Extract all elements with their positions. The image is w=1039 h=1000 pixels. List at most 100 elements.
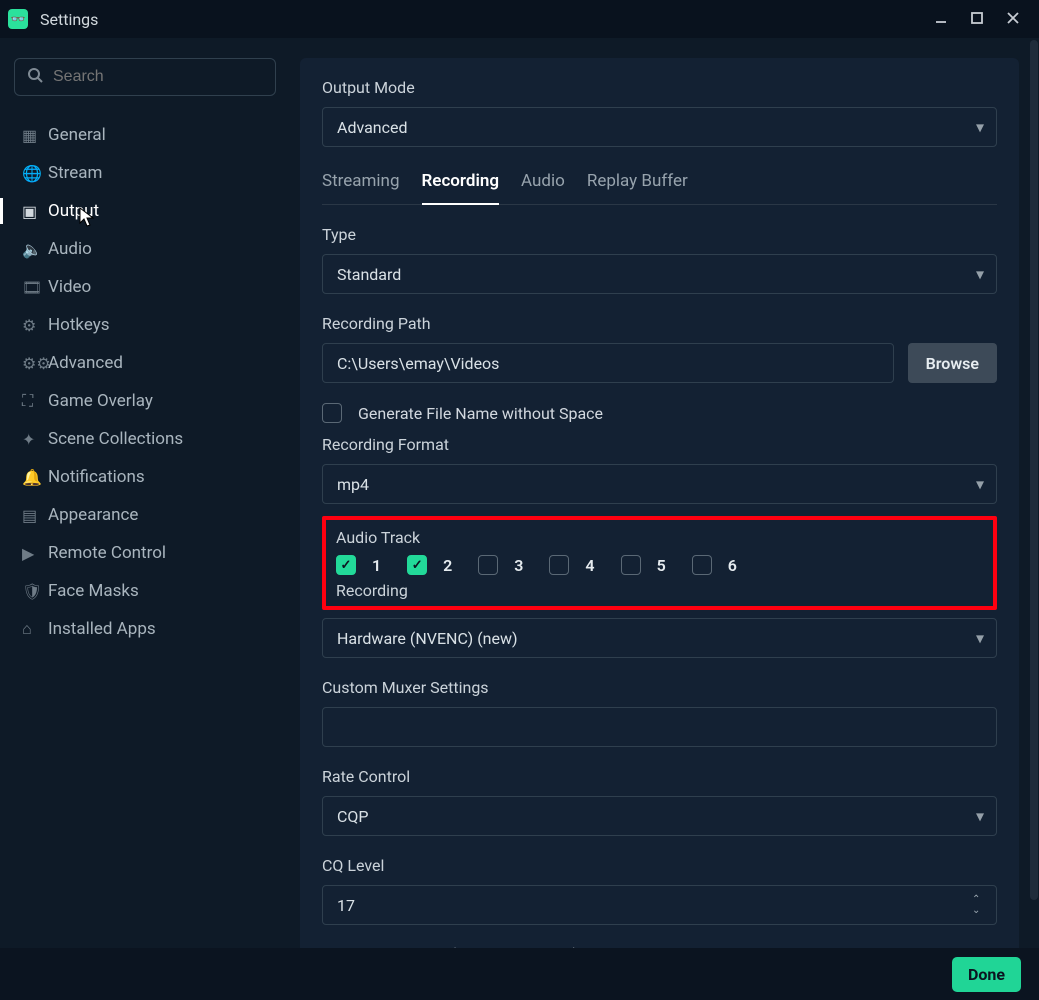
layers-icon: ✦ [22,430,48,449]
sidebar-item-installed-apps[interactable]: ⌂Installed Apps [14,610,276,648]
expand-icon: ⛶ [22,391,48,411]
recording-format-select[interactable]: mp4 ▾ [322,464,997,504]
chevron-down-icon: ▾ [976,807,984,826]
store-icon: ⌂ [22,619,48,639]
type-select[interactable]: Standard ▾ [322,254,997,294]
app-icon: 👓 [8,9,28,29]
scrollbar[interactable] [1029,38,1039,948]
gen-filename-label: Generate File Name without Space [358,404,603,423]
chip-icon: ▣ [22,202,48,221]
minimize-button[interactable] [923,9,959,30]
globe-icon: 🌐 [22,164,48,183]
audio-track-1-checkbox[interactable] [336,555,356,575]
recording-path-input[interactable]: C:\Users\emay\Videos [322,343,894,383]
close-button[interactable] [995,9,1031,30]
audio-track-6-label: 6 [728,556,737,575]
sidebar-item-video[interactable]: 🎞Video [14,268,276,306]
sidebar-item-output[interactable]: ▣Output [14,192,276,230]
grid-icon: ▦ [22,126,48,145]
sidebar-item-label: Remote Control [48,543,166,563]
tab-streaming[interactable]: Streaming [322,167,400,204]
sidebar-item-hotkeys[interactable]: ⚙Hotkeys [14,306,276,344]
rate-control-select[interactable]: CQP ▾ [322,796,997,836]
recording-format-value: mp4 [337,475,369,494]
audio-track-label: Audio Track [336,528,983,547]
recording-path-label: Recording Path [322,314,997,333]
sidebar-item-remote-control[interactable]: ▶Remote Control [14,534,276,572]
title-bar: 👓 Settings [0,0,1039,38]
output-mode-select[interactable]: Advanced ▾ [322,107,997,147]
cq-level-value: 17 [337,896,355,915]
gen-filename-checkbox[interactable] [322,403,342,423]
sidebar-item-label: Game Overlay [48,391,153,411]
encoder-value: Hardware (NVENC) (new) [337,629,518,648]
sidebar-item-stream[interactable]: 🌐Stream [14,154,276,192]
sidebar-item-scene-collections[interactable]: ✦Scene Collections [14,420,276,458]
sidebar-item-label: General [48,125,106,145]
sidebar-item-label: Hotkeys [48,315,110,335]
audio-track-1-label: 1 [372,556,381,575]
spinner-buttons[interactable]: ⌃⌄ [972,890,988,920]
sidebar-item-advanced[interactable]: ⚙⚙Advanced [14,344,276,382]
tab-audio[interactable]: Audio [521,167,565,204]
rate-control-label: Rate Control [322,767,997,786]
cq-level-label: CQ Level [322,856,997,875]
maximize-button[interactable] [959,9,995,30]
recording-encoder-label: Recording [336,581,983,600]
bell-icon: 🔔 [22,468,48,487]
audio-track-2-label: 2 [443,556,452,575]
sidebar-item-notifications[interactable]: 🔔Notifications [14,458,276,496]
chevron-down-icon: ▾ [976,118,984,137]
sidebar-item-appearance[interactable]: ▤Appearance [14,496,276,534]
sidebar-item-label: Advanced [48,353,123,373]
audio-track-4-checkbox[interactable] [549,555,569,575]
cq-level-input[interactable]: 17 ⌃⌄ [322,885,997,925]
sidebar-item-label: Scene Collections [48,429,183,449]
search-icon [27,67,43,87]
browse-button[interactable]: Browse [908,343,997,383]
sidebar-item-game-overlay[interactable]: ⛶Game Overlay [14,382,276,420]
audio-track-5-label: 5 [657,556,666,575]
audio-track-5-checkbox[interactable] [621,555,641,575]
done-button[interactable]: Done [952,957,1021,992]
sidebar-item-label: Notifications [48,467,145,487]
gear-icon: ⚙ [22,316,48,335]
search-box[interactable] [14,58,276,96]
tab-recording[interactable]: Recording [422,167,500,205]
type-value: Standard [337,265,401,284]
audio-track-3-checkbox[interactable] [478,555,498,575]
output-mode-value: Advanced [337,118,408,137]
search-input[interactable] [53,68,263,86]
chevron-down-icon: ▾ [976,475,984,494]
scrollbar-thumb[interactable] [1030,40,1038,900]
window-title: Settings [40,10,98,29]
sidebar-item-label: Stream [48,163,102,183]
sidebar-item-label: Appearance [48,505,138,525]
output-mode-label: Output Mode [322,78,997,97]
rate-control-value: CQP [337,807,369,826]
output-tabs: Streaming Recording Audio Replay Buffer [322,167,997,205]
audio-track-2-checkbox[interactable] [407,555,427,575]
volume-icon: 🔈 [22,240,48,259]
audio-track-4-label: 4 [585,556,594,575]
recording-path-value: C:\Users\emay\Videos [337,354,499,373]
sidebar-item-label: Installed Apps [48,619,156,639]
footer: Done [0,948,1039,1000]
sidebar-item-audio[interactable]: 🔈Audio [14,230,276,268]
film-icon: 🎞 [22,278,48,297]
sidebar-item-label: Face Masks [48,581,139,601]
gears-icon: ⚙⚙ [22,354,48,373]
audio-track-3-label: 3 [514,556,523,575]
tab-replay-buffer[interactable]: Replay Buffer [587,167,688,204]
sidebar-item-label: Output [48,201,99,221]
main-panel: Output Mode Advanced ▾ Streaming Recordin… [300,58,1019,978]
audio-track-6-checkbox[interactable] [692,555,712,575]
recording-format-label: Recording Format [322,435,997,454]
sidebar-item-face-masks[interactable]: 🛡Face Masks [14,572,276,610]
sidebar-item-general[interactable]: ▦General [14,116,276,154]
custom-muxer-input[interactable] [322,707,997,747]
encoder-select[interactable]: Hardware (NVENC) (new) ▾ [322,618,997,658]
sidebar: ▦General🌐Stream▣Output🔈Audio🎞Video⚙Hotke… [0,38,290,948]
chevron-down-icon: ▾ [976,265,984,284]
custom-muxer-label: Custom Muxer Settings [322,678,997,697]
